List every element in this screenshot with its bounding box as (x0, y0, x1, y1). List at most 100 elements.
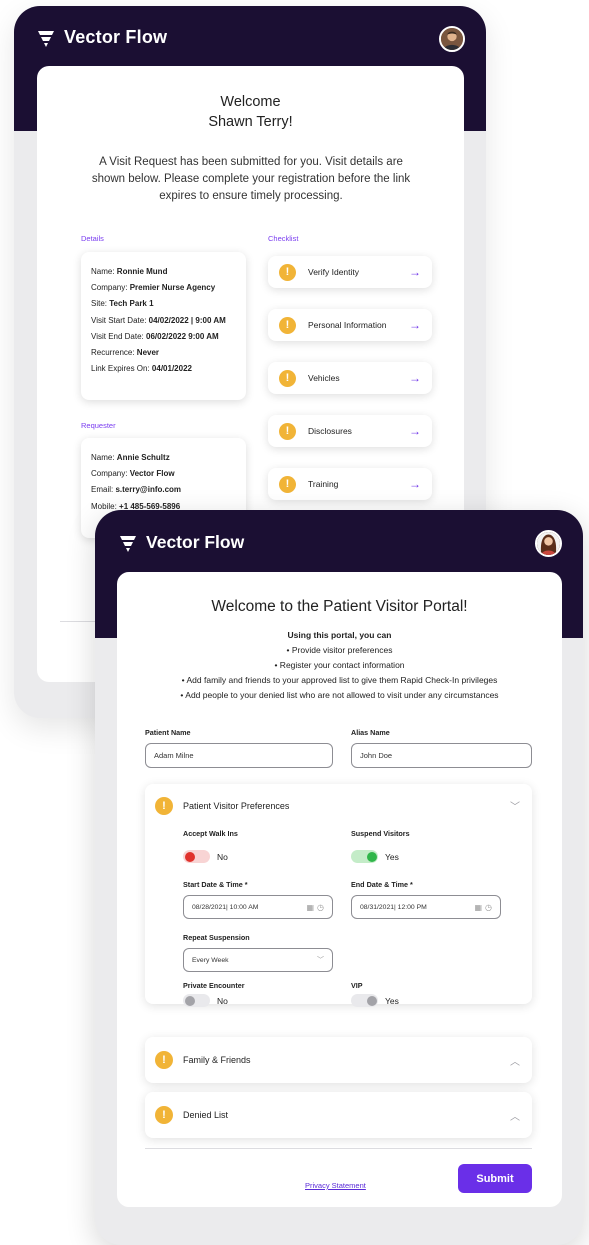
checklist-item-vehicles[interactable]: ! Vehicles → (268, 362, 432, 394)
detail-line: Link Expires On: 04/01/2022 (91, 364, 192, 374)
preferences-title: Patient Visitor Preferences (183, 801, 290, 811)
arrow-right-icon: → (409, 318, 421, 332)
alias-name-label: Alias Name (351, 728, 390, 737)
front-brand[interactable]: Vector Flow (118, 532, 244, 553)
warning-icon: ! (279, 263, 296, 281)
portal-bullet: • Add family and friends to your approve… (181, 675, 498, 685)
arrow-right-icon: → (409, 424, 421, 438)
end-datetime-value: 08/31/2021| 12:00 PM (360, 903, 427, 911)
vip-label: VIP (351, 981, 363, 990)
suspend-visitors-value: Yes (385, 852, 399, 862)
welcome-heading: Welcome (220, 94, 281, 110)
back-brand-name: Vector Flow (64, 27, 168, 47)
private-encounter-value: No (217, 996, 228, 1006)
checklist-label: Checklist (268, 234, 299, 243)
accept-walk-ins-toggle[interactable] (183, 850, 210, 863)
repeat-suspension-value: Every Week (192, 956, 229, 964)
preferences-panel-header[interactable]: ! Patient Visitor Preferences ﹀ (145, 784, 532, 826)
user-avatar-icon (537, 532, 560, 555)
accept-walk-ins-value: No (217, 852, 228, 862)
vip-toggle[interactable] (351, 994, 378, 1007)
start-datetime-input[interactable]: 08/28/2021| 10:00 AM ▦ ◷ (183, 895, 333, 919)
warning-icon: ! (155, 1106, 173, 1124)
clock-icon[interactable]: ◷ (317, 903, 324, 912)
repeat-suspension-label: Repeat Suspension (183, 933, 250, 942)
detail-line: Visit Start Date: 04/02/2022 | 9:00 AM (91, 315, 226, 325)
details-label: Details (81, 234, 104, 243)
portal-subtitle: Using this portal, you can (287, 630, 392, 640)
detail-line: Name: Ronnie Mund (91, 267, 168, 276)
visit-intro-text: A Visit Request has been submitted for y… (91, 156, 411, 202)
checklist-item-verify-identity[interactable]: ! Verify Identity → (268, 256, 432, 288)
submit-button[interactable]: Submit (458, 1164, 532, 1193)
chevron-down-icon: ﹀ (510, 802, 520, 813)
end-datetime-label: End Date & Time * (351, 880, 413, 889)
denied-list-panel[interactable]: ! Denied List ︿ (145, 1092, 532, 1138)
denied-list-title: Denied List (183, 1110, 229, 1120)
warning-icon: ! (279, 475, 296, 493)
start-datetime-value: 08/28/2021| 10:00 AM (192, 903, 259, 911)
back-brand[interactable]: Vector Flow (36, 27, 167, 48)
preferences-panel: ! Patient Visitor Preferences ﹀ Accept W… (145, 784, 532, 1007)
portal-bullet: • Register your contact information (274, 660, 405, 670)
checklist-item-label: Disclosures (308, 426, 352, 436)
detail-line: Recurrence: Never (91, 348, 160, 358)
suspend-visitors-toggle[interactable] (351, 850, 378, 863)
portal-bullet: • Provide visitor preferences (286, 645, 393, 655)
alias-name-input[interactable]: John Doe (351, 743, 532, 768)
vector-flow-logo-icon (120, 535, 136, 552)
detail-line: Company: Premier Nurse Agency (91, 283, 216, 293)
chevron-down-icon: ﹀ (317, 957, 324, 964)
portal-bullet: • Add people to your denied list who are… (180, 690, 499, 700)
warning-icon: ! (279, 369, 296, 387)
requester-line: Company: Vector Flow (91, 469, 175, 479)
footer-divider (145, 1148, 532, 1149)
back-avatar[interactable] (439, 26, 465, 52)
suspend-visitors-label: Suspend Visitors (351, 829, 410, 838)
detail-line: Visit End Date: 06/02/2022 9:00 AM (91, 331, 219, 341)
checklist-item-label: Training (308, 479, 339, 489)
private-encounter-label: Private Encounter (183, 981, 245, 990)
warning-icon: ! (155, 797, 173, 815)
warning-icon: ! (155, 1051, 173, 1069)
accept-walk-ins-label: Accept Walk Ins (183, 829, 238, 838)
privacy-statement-link[interactable]: Privacy Statement (305, 1181, 366, 1190)
calendar-icon[interactable]: ▦ (474, 903, 482, 912)
repeat-suspension-select[interactable]: Every Week ﹀ (183, 948, 333, 972)
warning-icon: ! (279, 422, 296, 440)
family-friends-panel[interactable]: ! Family & Friends ︿ (145, 1037, 532, 1083)
patient-name-input[interactable]: Adam Milne (145, 743, 333, 768)
private-encounter-toggle[interactable] (183, 994, 210, 1007)
welcome-user-name: Shawn Terry! (208, 114, 293, 130)
warning-icon: ! (279, 316, 296, 334)
arrow-right-icon: → (409, 371, 421, 385)
portal-title: Welcome to the Patient Visitor Portal! (211, 598, 468, 615)
patient-name-label: Patient Name (145, 728, 191, 737)
front-device-frame: Vector Flow Welcome to the Patient Visit… (95, 510, 583, 1245)
calendar-icon[interactable]: ▦ (306, 903, 314, 912)
vip-value: Yes (385, 996, 399, 1006)
vector-flow-logo-icon (38, 30, 54, 47)
user-avatar-icon (441, 28, 463, 50)
checklist-item-disclosures[interactable]: ! Disclosures → (268, 415, 432, 447)
start-datetime-label: Start Date & Time * (183, 880, 248, 889)
requester-line: Name: Annie Schultz (91, 453, 170, 462)
arrow-right-icon: → (409, 477, 421, 491)
clock-icon[interactable]: ◷ (485, 903, 492, 912)
chevron-up-icon: ︿ (510, 1112, 520, 1123)
checklist-item-label: Vehicles (308, 373, 340, 383)
patient-portal-card: Welcome to the Patient Visitor Portal! U… (117, 572, 562, 1207)
details-card: Name: Ronnie Mund Company: Premier Nurse… (81, 252, 246, 400)
checklist-item-label: Personal Information (308, 320, 387, 330)
detail-line: Site: Tech Park 1 (91, 299, 154, 309)
checklist-item-training[interactable]: ! Training → (268, 468, 432, 500)
front-avatar[interactable] (535, 530, 562, 557)
front-brand-name: Vector Flow (146, 532, 245, 552)
arrow-right-icon: → (409, 265, 421, 279)
end-datetime-input[interactable]: 08/31/2021| 12:00 PM ▦ ◷ (351, 895, 501, 919)
requester-line: Email: s.terry@info.com (91, 485, 182, 495)
checklist-item-personal-information[interactable]: ! Personal Information → (268, 309, 432, 341)
checklist-item-label: Verify Identity (308, 267, 360, 277)
requester-label: Requester (81, 421, 116, 430)
chevron-up-icon: ︿ (510, 1057, 520, 1068)
